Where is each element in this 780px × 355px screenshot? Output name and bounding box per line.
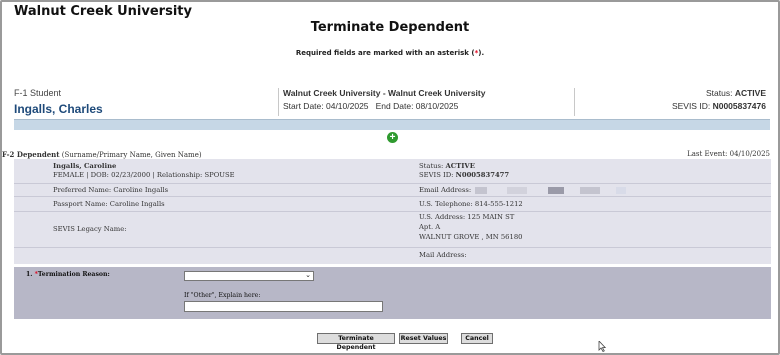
dependent-sevis: SEVIS ID: N0005837477 (419, 171, 509, 179)
redacted-block (615, 186, 626, 194)
email-address: Email Address: (419, 186, 626, 194)
cancel-button[interactable]: Cancel (461, 333, 493, 344)
sevis-value: N0005837476 (712, 101, 766, 111)
dependent-demographics: FEMALE | DOB: 02/23/2000 | Relationship:… (53, 171, 235, 179)
student-name: Ingalls, Charles (14, 102, 103, 116)
dep-status-value: ACTIVE (445, 162, 475, 170)
redacted-block (579, 186, 600, 194)
chevron-down-icon: ⌄ (305, 271, 311, 279)
dependent-details: Ingalls, Caroline FEMALE | DOB: 02/23/20… (14, 159, 771, 264)
dependent-type: F-2 Dependent (2, 150, 60, 159)
dependent-row: Ingalls, Caroline FEMALE | DOB: 02/23/20… (14, 159, 771, 184)
termination-reason-label: 1. *Termination Reason: (26, 271, 110, 278)
redacted-block (475, 186, 488, 194)
dependent-section-header: F-2 Dependent (Surname/Primary Name, Giv… (2, 150, 202, 159)
mail-address: Mail Address: (419, 251, 467, 259)
student-status-info: Status: ACTIVE SEVIS ID: N0005837476 (672, 88, 766, 118)
termination-reason-text: Termination Reason: (37, 271, 110, 278)
termination-reason-select[interactable]: ⌄ (184, 271, 314, 281)
sevis-label: SEVIS ID: (671, 101, 711, 111)
redacted-block (507, 186, 528, 194)
redacted-block (547, 186, 564, 194)
dependent-row: SEVIS Legacy Name: U.S. Address: 125 MAI… (14, 212, 771, 248)
dep-sevis-label: SEVIS ID: (419, 171, 454, 179)
us-address-line3: WALNUT GROVE , MN 56180 (419, 233, 523, 241)
header-divider (574, 88, 575, 116)
us-telephone: U.S. Telephone: 814-555-1212 (419, 200, 523, 208)
dep-status-label: Status: (419, 162, 444, 170)
required-note-prefix: Required fields are marked with an aster… (295, 49, 475, 57)
dependent-row: Mail Address: (14, 248, 771, 262)
header-divider (278, 88, 279, 116)
status-label: Status: (705, 88, 733, 98)
student-status: Status: ACTIVE (672, 88, 766, 98)
university-name: Walnut Creek University (14, 4, 192, 19)
termination-form: 1. *Termination Reason: ⌄ If "Other", Ex… (14, 267, 771, 319)
dependent-name-format: (Surname/Primary Name, Given Name) (59, 151, 202, 159)
other-explain-input[interactable] (184, 301, 383, 312)
program-dates: Start Date: 04/10/2025 End Date: 08/10/2… (283, 101, 485, 111)
required-note: Required fields are marked with an aster… (2, 49, 778, 57)
program-name: Walnut Creek University - Walnut Creek U… (283, 88, 486, 98)
window-frame: Walnut Creek University Terminate Depend… (0, 0, 780, 355)
student-sevis-id: SEVIS ID: N0005837476 (672, 101, 766, 111)
field-number: 1. (26, 271, 33, 278)
reset-values-button[interactable]: Reset Values (399, 333, 448, 344)
dependent-status: Status: ACTIVE (419, 162, 475, 170)
dependent-name: Ingalls, Caroline (53, 162, 117, 170)
status-value: ACTIVE (734, 88, 766, 98)
page-title: Terminate Dependent (310, 20, 470, 35)
passport-name: Passport Name: Caroline Ingalls (53, 200, 165, 208)
us-address-line2: Apt. A (419, 223, 441, 231)
mouse-pointer-icon (598, 341, 607, 352)
email-label: Email Address: (419, 186, 472, 194)
dependent-row: Passport Name: Caroline Ingalls U.S. Tel… (14, 197, 771, 212)
section-bar (14, 119, 770, 130)
us-address-line1: U.S. Address: 125 MAIN ST (419, 213, 515, 221)
terminate-dependent-button[interactable]: Terminate Dependent (317, 333, 395, 351)
sevis-legacy-name: SEVIS Legacy Name: (53, 225, 127, 233)
last-event: Last Event: 04/10/2025 (687, 150, 770, 158)
program-info: Walnut Creek University - Walnut Creek U… (283, 88, 485, 118)
preferred-name: Preferred Name: Caroline Ingalls (53, 186, 169, 194)
other-explain-label: If "Other", Explain here: (184, 292, 261, 299)
dependent-row: Preferred Name: Caroline Ingalls Email A… (14, 184, 771, 197)
dep-sevis-value: N0005837477 (455, 171, 510, 179)
plus-circle-icon[interactable]: + (387, 132, 398, 143)
required-note-suffix: ). (478, 49, 485, 57)
end-date: End Date: 08/10/2025 (375, 101, 459, 111)
start-date: Start Date: 04/10/2025 (283, 101, 369, 111)
